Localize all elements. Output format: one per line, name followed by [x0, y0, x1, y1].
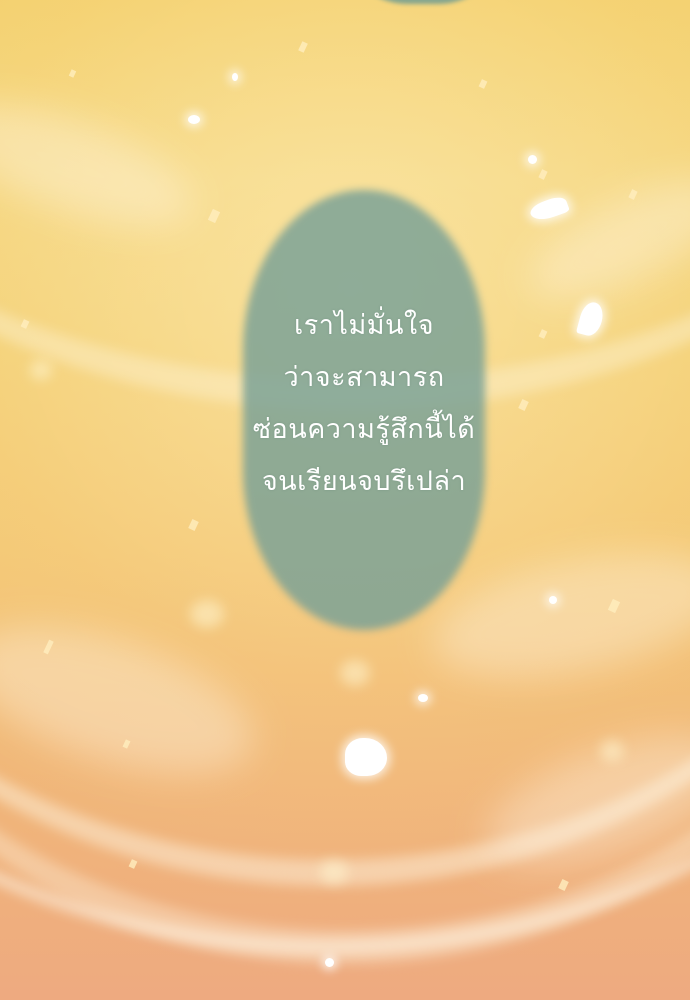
- bokeh-light: [30, 360, 52, 380]
- petal-icon: [549, 596, 557, 604]
- narration-line: เราไม่มั่นใจ: [293, 310, 435, 341]
- narration-text: เราไม่มั่นใจ ว่าจะสามารถ ซ่อนความรู้สึกน…: [243, 300, 485, 508]
- bokeh-light: [340, 660, 370, 686]
- comic-panel: เราไม่มั่นใจ ว่าจะสามารถ ซ่อนความรู้สึกน…: [0, 0, 690, 1000]
- petal-icon: [528, 155, 537, 164]
- petal-icon: [418, 694, 428, 702]
- petal-icon: [232, 73, 238, 81]
- bokeh-light: [320, 860, 348, 884]
- narration-line: ซ่อนความรู้สึกนี้ได้: [252, 414, 476, 445]
- narration-line: ว่าจะสามารถ: [283, 362, 445, 393]
- petal-icon: [188, 115, 200, 124]
- narration-line: จนเรียนจบรึเปล่า: [261, 466, 467, 497]
- bokeh-light: [600, 740, 624, 762]
- bokeh-light: [190, 600, 224, 628]
- petal-icon: [345, 738, 387, 776]
- petal-icon: [325, 958, 334, 967]
